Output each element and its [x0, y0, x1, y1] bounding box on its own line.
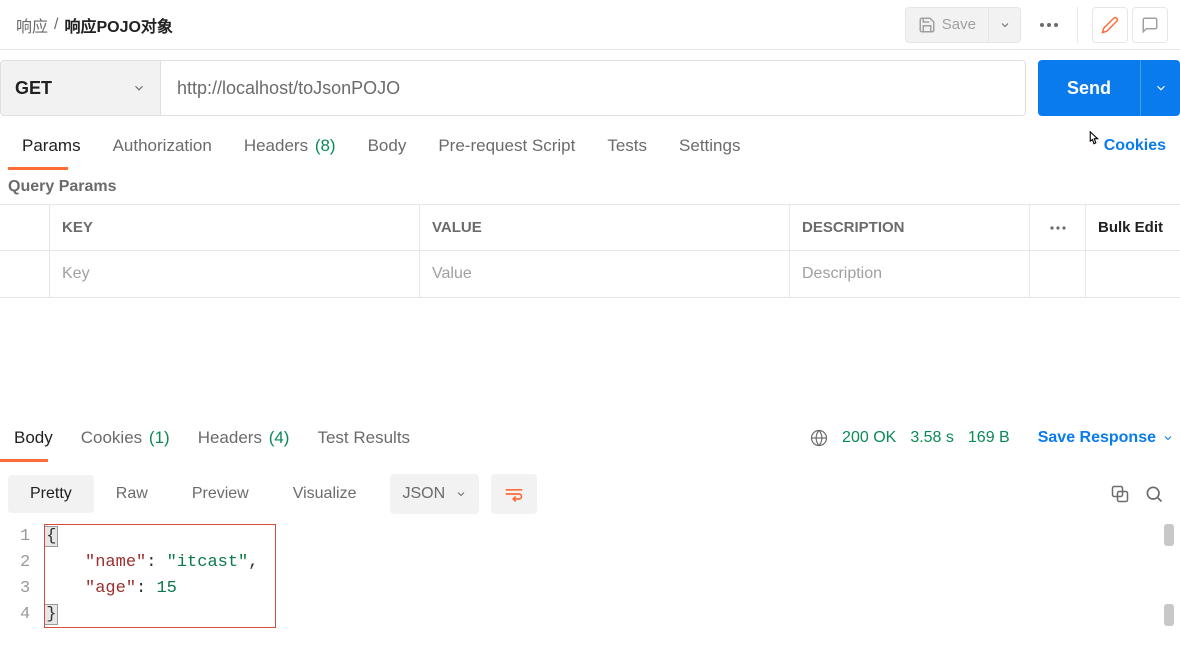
response-body[interactable]: 1 2 3 4 { "name": "itcast", "age": 15 }	[0, 524, 1180, 638]
method-label: GET	[15, 78, 52, 99]
tab-authorization[interactable]: Authorization	[97, 130, 228, 162]
wrap-lines-button[interactable]	[491, 474, 537, 514]
json-close-brace: }	[44, 604, 58, 625]
method-dropdown[interactable]: GET	[1, 61, 161, 115]
comment-icon	[1141, 16, 1159, 34]
tab-tests[interactable]: Tests	[591, 130, 663, 162]
table-options[interactable]	[1030, 205, 1086, 251]
key-cell[interactable]: Key	[50, 251, 420, 297]
bulk-edit-link[interactable]: Bulk Edit	[1086, 205, 1180, 251]
tab-settings[interactable]: Settings	[663, 130, 756, 162]
resp-tab-test-results[interactable]: Test Results	[303, 422, 424, 454]
copy-button[interactable]	[1110, 484, 1130, 504]
view-pretty[interactable]: Pretty	[8, 475, 94, 513]
pencil-icon	[1101, 16, 1119, 34]
tab-prerequest[interactable]: Pre-request Script	[422, 130, 591, 162]
headers-count: (8)	[315, 136, 336, 155]
json-open-brace: {	[44, 526, 58, 547]
floppy-icon	[918, 16, 936, 34]
view-visualize[interactable]: Visualize	[271, 475, 379, 513]
url-bar: GET	[0, 60, 1026, 116]
status-time: 3.58 s	[910, 429, 954, 447]
chevron-down-icon	[1154, 81, 1168, 95]
url-input[interactable]	[161, 61, 1025, 115]
save-response-dropdown[interactable]: Save Response	[1038, 429, 1174, 447]
search-button[interactable]	[1144, 484, 1164, 504]
chevron-down-icon	[1162, 432, 1174, 444]
wrap-icon	[504, 486, 524, 502]
tab-params[interactable]: Params	[6, 130, 97, 162]
tab-headers[interactable]: Headers (8)	[228, 130, 352, 162]
save-dropdown[interactable]	[988, 8, 1020, 42]
resp-headers-count: (4)	[269, 428, 290, 447]
send-dropdown[interactable]	[1140, 60, 1180, 116]
table-row[interactable]: Key Value Description	[0, 251, 1180, 297]
desc-cell[interactable]: Description	[790, 251, 1030, 297]
divider	[1077, 7, 1078, 43]
resp-tab-headers[interactable]: Headers (4)	[184, 422, 304, 454]
dots-icon	[1050, 226, 1066, 230]
col-key: KEY	[50, 205, 420, 251]
status-size: 169 B	[968, 429, 1010, 447]
resp-tab-cookies[interactable]: Cookies (1)	[67, 422, 184, 454]
line-gutter: 1 2 3 4	[20, 524, 44, 628]
params-table: KEY VALUE DESCRIPTION Bulk Edit Key Valu…	[0, 204, 1180, 298]
col-value: VALUE	[420, 205, 790, 251]
view-preview[interactable]: Preview	[170, 475, 271, 513]
format-dropdown[interactable]: JSON	[390, 474, 479, 514]
format-label: JSON	[402, 485, 445, 503]
col-description: DESCRIPTION	[790, 205, 1030, 251]
comment-icon-button[interactable]	[1132, 7, 1168, 43]
save-button-group: Save	[905, 7, 1021, 43]
query-params-label: Query Params	[0, 166, 1180, 204]
resp-tab-body[interactable]: Body	[0, 422, 67, 454]
globe-icon[interactable]	[810, 429, 828, 447]
search-icon	[1144, 484, 1164, 504]
send-label: Send	[1067, 78, 1111, 99]
save-label: Save	[942, 16, 976, 33]
cookies-link[interactable]: Cookies	[1104, 137, 1174, 155]
chevron-down-icon	[455, 488, 467, 500]
status-block: 200 OK 3.58 s 169 B Save Response	[810, 429, 1174, 447]
scrollbar-top[interactable]	[1164, 524, 1174, 546]
save-button[interactable]: Save	[906, 8, 988, 42]
value-cell[interactable]: Value	[420, 251, 790, 297]
scrollbar-bottom[interactable]	[1164, 604, 1174, 626]
breadcrumb-parent[interactable]: 响应	[16, 13, 48, 37]
chevron-down-icon	[132, 81, 146, 95]
chevron-down-icon	[999, 19, 1011, 31]
breadcrumb[interactable]: 响应 / 响应POJO对象	[12, 13, 173, 37]
send-button[interactable]: Send	[1038, 60, 1140, 116]
breadcrumb-current: 响应POJO对象	[64, 13, 172, 37]
table-header: KEY VALUE DESCRIPTION Bulk Edit	[0, 205, 1180, 251]
edit-icon-button[interactable]	[1092, 7, 1128, 43]
tab-body[interactable]: Body	[352, 130, 423, 162]
copy-icon	[1110, 484, 1130, 504]
resp-cookies-count: (1)	[149, 428, 170, 447]
view-raw[interactable]: Raw	[94, 475, 170, 513]
status-code: 200 OK	[842, 429, 896, 447]
breadcrumb-separator: /	[54, 16, 58, 34]
more-options[interactable]	[1031, 7, 1067, 43]
